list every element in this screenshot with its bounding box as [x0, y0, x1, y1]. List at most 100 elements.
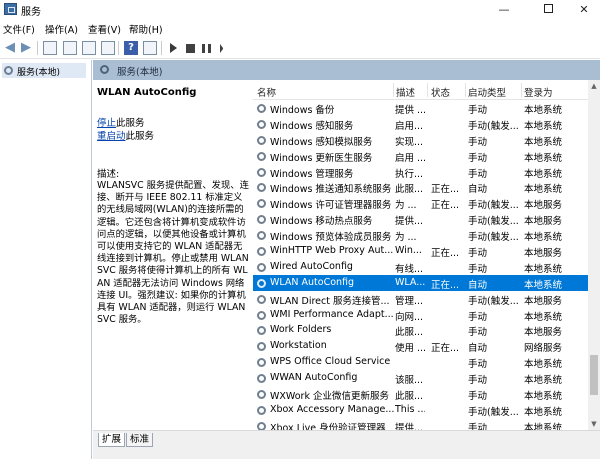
table-row[interactable]: WLAN Direct 服务连接管... 管理... 手动(触发... 本地服务 — [253, 291, 588, 307]
tab-extended[interactable]: 扩展 — [98, 433, 126, 447]
tab-standard[interactable]: 标准 — [126, 433, 154, 447]
description-label: 描述: — [97, 169, 120, 180]
column-header-description[interactable]: 描述 — [396, 85, 415, 99]
service-logon-cell: 网络服务 — [524, 343, 563, 355]
back-arrow-icon[interactable]: ◀ — [3, 41, 17, 55]
service-description-cell: WLA... — [395, 276, 425, 288]
column-divider[interactable] — [521, 83, 522, 97]
service-name-cell: Windows 更新医生服务 — [270, 152, 373, 164]
minimize-button[interactable]: — — [488, 0, 520, 19]
export-list-icon[interactable] — [101, 41, 115, 55]
service-startup-cell: 手动 — [468, 422, 488, 430]
gear-icon — [257, 151, 266, 161]
properties-sheet-icon[interactable] — [143, 41, 157, 55]
menu-file[interactable]: 文件(F) — [3, 22, 35, 36]
gear-icon — [257, 342, 266, 352]
table-row[interactable]: Windows 备份 提供 ... 手动 本地系统 — [253, 100, 588, 116]
service-logon-cell: 本地系统 — [524, 311, 563, 323]
services-rows: Windows 备份 提供 ... 手动 本地系统 Windows 感知服务 启用... 手… — [253, 100, 588, 430]
console-tree-icon[interactable] — [43, 41, 57, 55]
service-description-cell: 为 ... — [395, 232, 417, 244]
service-startup-cell: 手动 — [468, 168, 488, 180]
table-row[interactable]: Wired AutoConfig 有线... 手动 本地系统 — [253, 259, 588, 275]
column-header-logon-as[interactable]: 登录为 — [524, 85, 553, 99]
service-logon-cell: 本地系统 — [524, 120, 563, 132]
gear-icon — [4, 66, 13, 75]
table-row[interactable]: Windows 预览体验成员服务为 ... 手动(触发... 本地系统 — [253, 227, 588, 243]
table-row[interactable]: WXWork 企业微信更新服务 此服... 手动 本地系统 — [253, 386, 588, 402]
service-description-cell: 此服... — [395, 184, 424, 196]
table-row[interactable]: WWAN AutoConfig 该服... 手动 本地系统 — [253, 370, 588, 386]
table-row[interactable]: Windows 更新医生服务 启用 ... 手动 本地系统 — [253, 148, 588, 164]
maximize-button[interactable] — [532, 0, 564, 19]
service-description-cell: 提供... — [395, 422, 424, 430]
service-logon-cell: 本地服务 — [524, 216, 563, 228]
start-service-icon[interactable] — [170, 43, 177, 53]
menu-help[interactable]: 帮助(H) — [129, 22, 163, 36]
tree-item-services-local[interactable]: 服务(本地) — [2, 63, 86, 78]
stop-service-icon[interactable] — [186, 44, 195, 53]
title-bar: 服务 — ✕ — [0, 0, 600, 19]
table-row[interactable]: Windows 感知服务 启用... 手动(触发... 本地系统 — [253, 116, 588, 132]
service-startup-cell: 手动 — [468, 136, 488, 148]
scroll-down-icon[interactable]: ▼ — [588, 418, 600, 430]
menu-view[interactable]: 查看(V) — [88, 22, 121, 36]
table-row[interactable]: WLAN AutoConfig WLA... 正在... 自动 本地系统 — [253, 274, 588, 291]
gear-icon — [257, 183, 266, 193]
scroll-up-icon[interactable]: ▲ — [588, 80, 600, 92]
service-description-cell: This ... — [395, 403, 425, 415]
table-row[interactable]: WinHTTP Web Proxy Aut... Win... 正在... 手动 本地服… — [253, 243, 588, 259]
service-status-cell: 正在... — [431, 343, 460, 355]
table-row[interactable]: WMI Performance Adapt... 向网... 手动 本地系统 — [253, 307, 588, 323]
service-description-cell: 为 ... — [395, 200, 417, 212]
menu-action[interactable]: 操作(A) — [45, 22, 78, 36]
pause-service-icon[interactable] — [202, 44, 211, 53]
column-divider[interactable] — [465, 83, 466, 97]
close-button[interactable]: ✕ — [568, 0, 600, 19]
service-startup-cell: 手动 — [468, 248, 488, 260]
service-name-cell: Xbox Accessory Manage... — [270, 403, 395, 415]
service-startup-cell: 手动 — [468, 263, 488, 275]
table-row[interactable]: Work Folders 此服... 手动 本地服务 — [253, 322, 588, 338]
table-row[interactable]: Workstation 使用 ... 正在... 自动 网络服务 — [253, 338, 588, 354]
service-logon-cell: 本地系统 — [524, 406, 563, 418]
table-row[interactable]: Windows 推送通知系统服务 此服... 正在... 自动 本地系统 — [253, 179, 588, 195]
table-row[interactable]: Windows 移动热点服务 提供... 手动(触发... 本地服务 — [253, 211, 588, 227]
service-logon-cell: 本地服务 — [524, 327, 563, 339]
service-startup-cell: 手动 — [468, 152, 488, 164]
table-row[interactable]: Windows 感知模拟服务 实现... 手动 本地系统 — [253, 132, 588, 148]
table-row[interactable]: Windows 管理服务 执行... 手动 本地系统 — [253, 164, 588, 180]
menu-bar: 文件(F) 操作(A) 查看(V) 帮助(H) — [0, 19, 600, 37]
vertical-scrollbar[interactable]: ▲ ▼ — [588, 80, 600, 430]
service-name-cell: WPS Office Cloud Service — [270, 356, 391, 368]
service-startup-cell: 自动 — [468, 279, 488, 291]
refresh-icon[interactable] — [82, 41, 96, 55]
service-status-cell: 正在... — [431, 248, 460, 260]
service-logon-cell: 本地系统 — [524, 422, 563, 430]
table-row[interactable]: Windows 许可证管理器服务为 ... 正在... 手动(触发... 本地服务 — [253, 195, 588, 211]
column-header-name[interactable]: 名称 — [257, 85, 276, 99]
gear-icon — [257, 294, 266, 304]
forward-arrow-icon[interactable]: ▶ — [19, 41, 33, 55]
service-logon-cell: 本地系统 — [524, 136, 563, 148]
scroll-thumb[interactable] — [590, 355, 598, 395]
service-description-cell: 提供... — [395, 216, 424, 228]
restart-service-icon[interactable] — [220, 44, 229, 53]
table-row[interactable]: WPS Office Cloud Service 手动 本地系统 — [253, 354, 588, 370]
service-description-cell: 该服... — [395, 375, 424, 387]
service-startup-cell: 自动 — [468, 184, 488, 196]
column-header-startup-type[interactable]: 启动类型 — [468, 85, 506, 99]
gear-icon — [257, 119, 266, 129]
restart-service-link[interactable]: 重启动 — [97, 131, 126, 142]
service-description-cell: 提供 ... — [395, 105, 425, 116]
help-icon[interactable]: ? — [124, 41, 138, 55]
column-header-status[interactable]: 状态 — [431, 85, 450, 99]
service-startup-cell: 手动 — [468, 105, 488, 116]
column-divider[interactable] — [393, 83, 394, 97]
table-row[interactable]: Xbox Accessory Manage... This ... 手动(触发...… — [253, 402, 588, 418]
service-name-cell: Work Folders — [270, 324, 332, 336]
properties-icon[interactable] — [63, 41, 77, 55]
column-divider[interactable] — [427, 83, 428, 97]
toolbar-separator — [161, 41, 162, 55]
table-row[interactable]: Xbox Live 身份验证管理器 提供... 手动 本地系统 — [253, 418, 588, 430]
